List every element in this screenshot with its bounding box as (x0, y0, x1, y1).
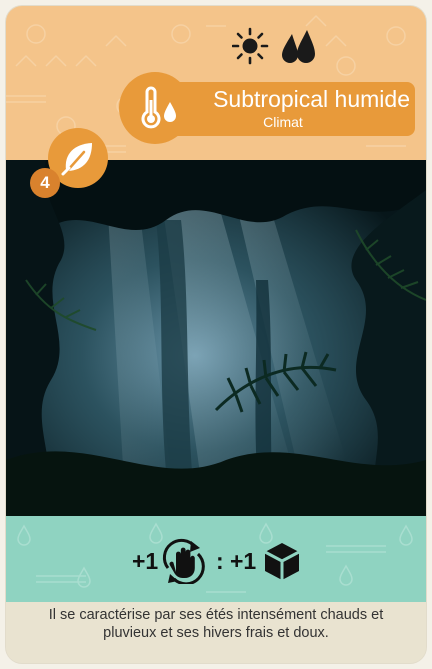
thermometer-drop-icon (141, 86, 176, 129)
gain-left: +1 (132, 548, 159, 574)
effect-band: +1 : +1 (6, 516, 426, 602)
hand-cycle-icon (162, 538, 205, 584)
title-banner: Subtropical humide Climat (119, 72, 415, 144)
cost-value: 4 (30, 168, 60, 198)
climate-card[interactable]: Subtropical humide Climat 4 +1: +1 Il s… (6, 6, 426, 663)
card-type: Climat (263, 114, 303, 130)
sun-icon (231, 27, 269, 65)
cost-badge: 4 (28, 128, 112, 200)
water-drops-icon (282, 30, 315, 63)
effect-row: +1 : +1 (132, 538, 332, 584)
cube-icon (264, 543, 300, 580)
jungle-photo (6, 160, 426, 516)
effect-separator: : (216, 548, 224, 574)
flavor-panel: Il se caractérise par ses étés intenséme… (6, 602, 426, 663)
climate-icons (231, 26, 322, 66)
card-title: Subtropical humide (213, 86, 410, 112)
flavor-text: Il se caractérise par ses étés intenséme… (48, 607, 384, 641)
gain-right: +1 (230, 548, 257, 574)
